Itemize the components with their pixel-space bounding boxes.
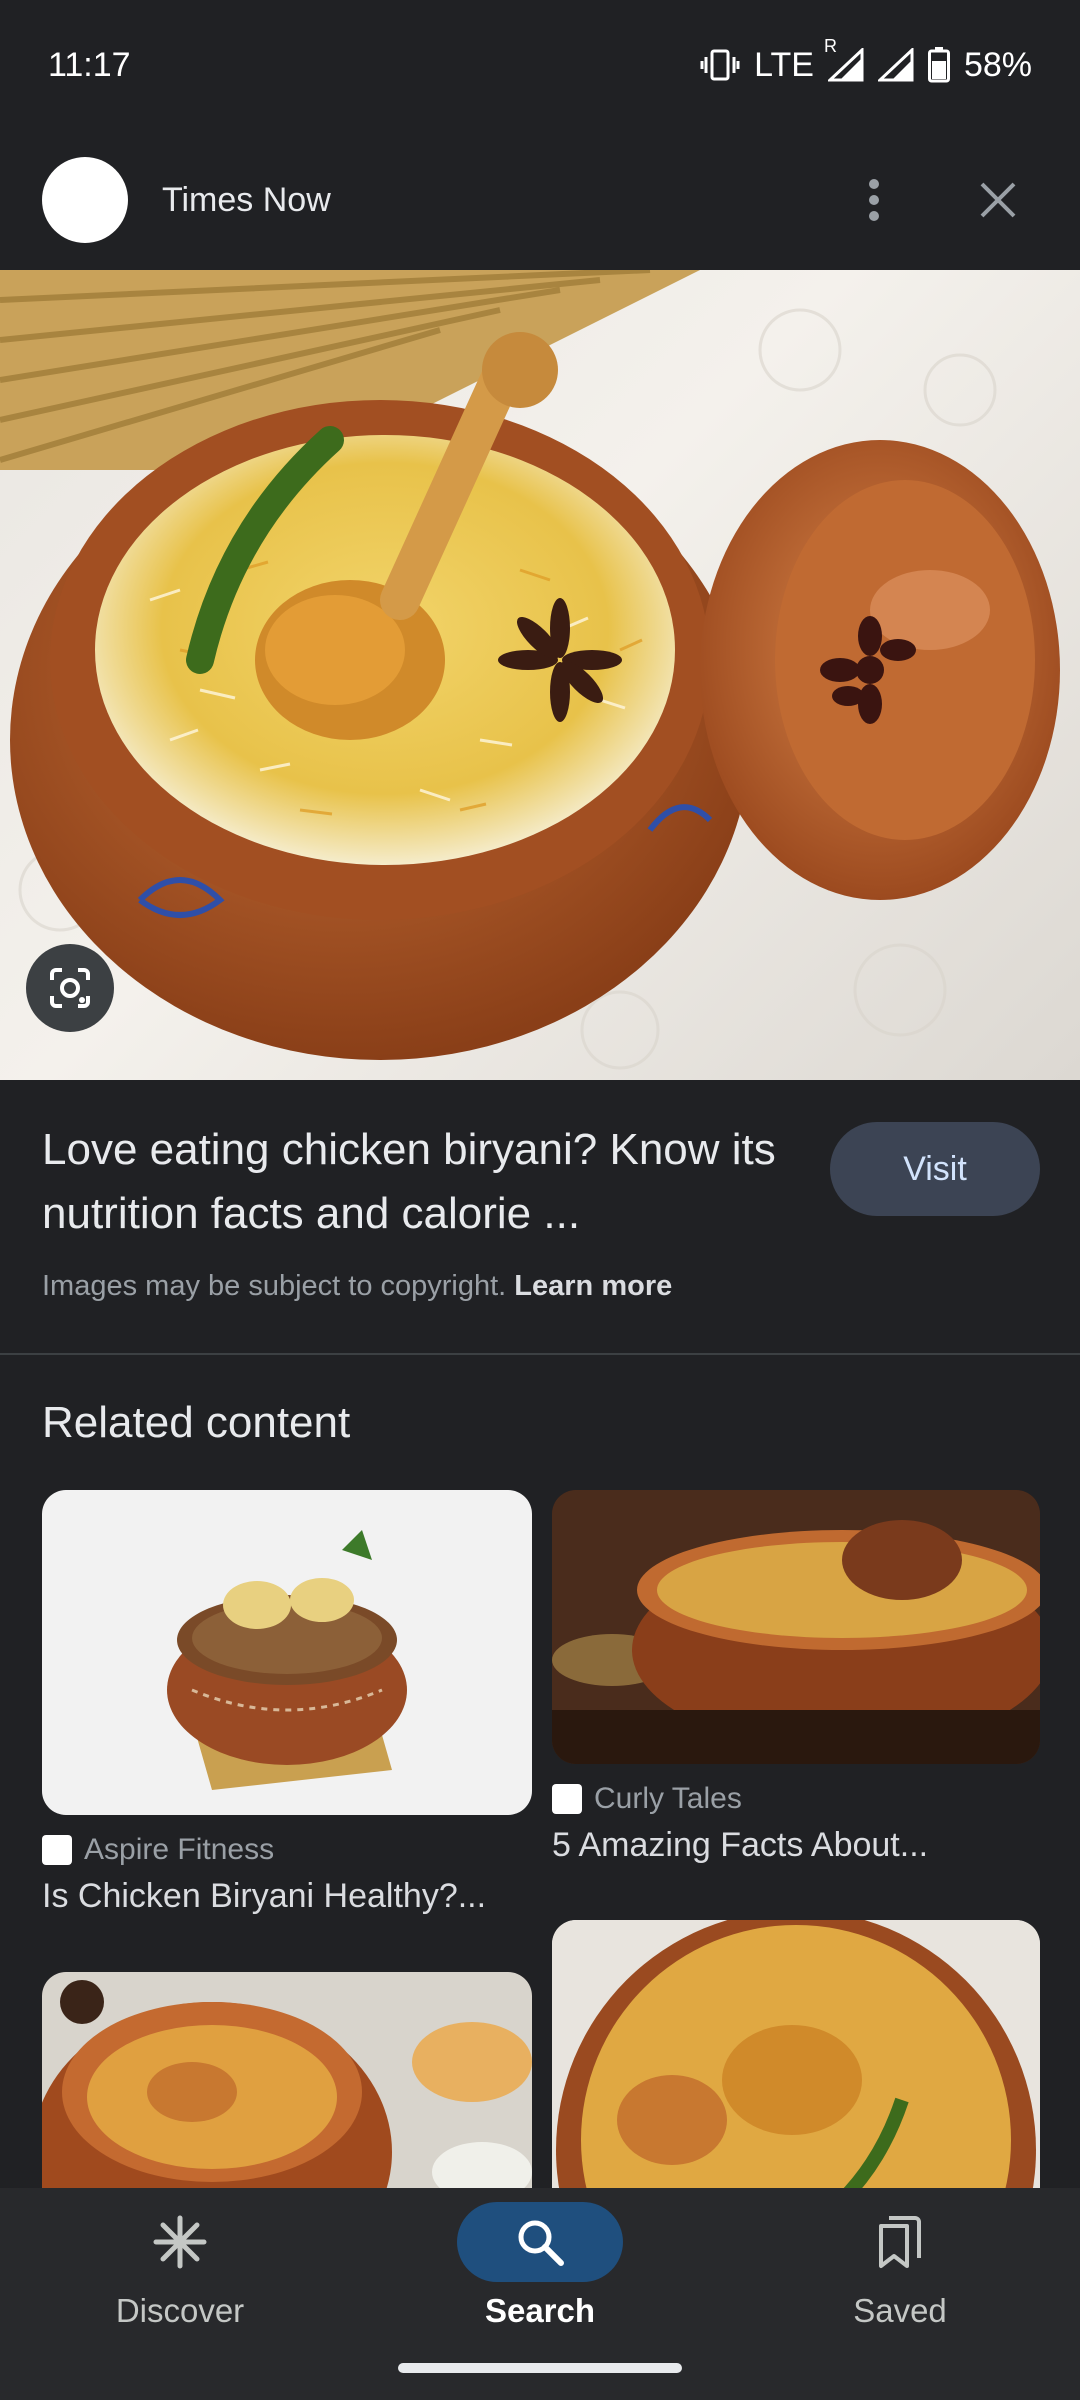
source-name: Aspire Fitness [84, 1833, 275, 1866]
biryani-thumbnail [552, 1490, 1040, 1764]
nav-icon-wrap [97, 2202, 263, 2282]
lens-button[interactable] [26, 944, 114, 1032]
search-icon [518, 2220, 564, 2266]
more-options-button[interactable] [834, 160, 914, 240]
biryani-photo [0, 270, 1060, 1070]
network-label: LTE [754, 45, 814, 84]
site-name[interactable]: Times Now [162, 181, 834, 220]
nav-icon-wrap [457, 2202, 623, 2282]
related-caption: 5 Amazing Facts About... [552, 1826, 929, 1864]
site-logo[interactable] [42, 157, 128, 243]
related-image [552, 1920, 1040, 2220]
bookmarks-icon [879, 2216, 921, 2268]
nav-search[interactable]: Search [360, 2188, 720, 2338]
hero-image[interactable] [0, 270, 1080, 1080]
nav-discover[interactable]: Discover [0, 2188, 360, 2338]
result-info: Love eating chicken biryani? Know its nu… [0, 1080, 1080, 1353]
nav-label: Search [484, 2292, 596, 2329]
page-title[interactable]: Love eating chicken biryani? Know its nu… [42, 1118, 802, 1246]
signal-roaming-icon: R [824, 36, 864, 82]
battery-percent: 58% [963, 45, 1032, 84]
status-icons: LTE R 58% [700, 36, 1032, 85]
nav-icon-wrap [817, 2202, 983, 2282]
home-indicator[interactable] [398, 2363, 682, 2373]
nav-saved[interactable]: Saved [720, 2188, 1080, 2338]
battery-icon [927, 47, 950, 83]
vibrate-icon [700, 47, 740, 83]
status-time: 11:17 [48, 45, 131, 84]
close-button[interactable] [958, 160, 1038, 240]
source-header: Times Now [0, 130, 1080, 270]
visit-button[interactable]: Visit [830, 1122, 1040, 1216]
status-bar: 11:17 LTE R 58% [0, 0, 1080, 130]
related-heading: Related content [42, 1398, 351, 1447]
nav-label: Saved [853, 2292, 947, 2329]
related-card[interactable]: Curly Tales 5 Amazing Facts About... [552, 1490, 1040, 1865]
copyright-text: Images may be subject to copyright. [42, 1270, 507, 1302]
related-source: Aspire Fitness [42, 1833, 532, 1867]
close-icon [980, 182, 1016, 218]
signal-icon [877, 48, 914, 82]
asterisk-icon [153, 2215, 207, 2269]
favicon [42, 1835, 72, 1865]
related-card[interactable]: Aspire Fitness Is Chicken Biryani Health… [42, 1490, 532, 1916]
source-name: Curly Tales [594, 1782, 742, 1815]
copyright-notice: Images may be subject to copyright. Lear… [42, 1270, 672, 1303]
related-source: Curly Tales [552, 1782, 1040, 1816]
divider [0, 1353, 1080, 1355]
related-caption: Is Chicken Biryani Healthy?... [42, 1877, 487, 1915]
related-image [42, 1490, 532, 1815]
roaming-label: R [823, 36, 837, 56]
favicon [552, 1784, 582, 1814]
google-lens-icon [50, 968, 90, 1008]
nav-label: Discover [115, 2292, 245, 2329]
related-image [552, 1490, 1040, 1764]
biryani-thumbnail [167, 1530, 407, 1790]
learn-more-link[interactable]: Learn more [514, 1270, 672, 1302]
more-vert-icon [869, 179, 879, 221]
biryani-thumbnail [552, 1920, 1040, 2220]
related-card[interactable] [552, 1920, 1040, 2220]
